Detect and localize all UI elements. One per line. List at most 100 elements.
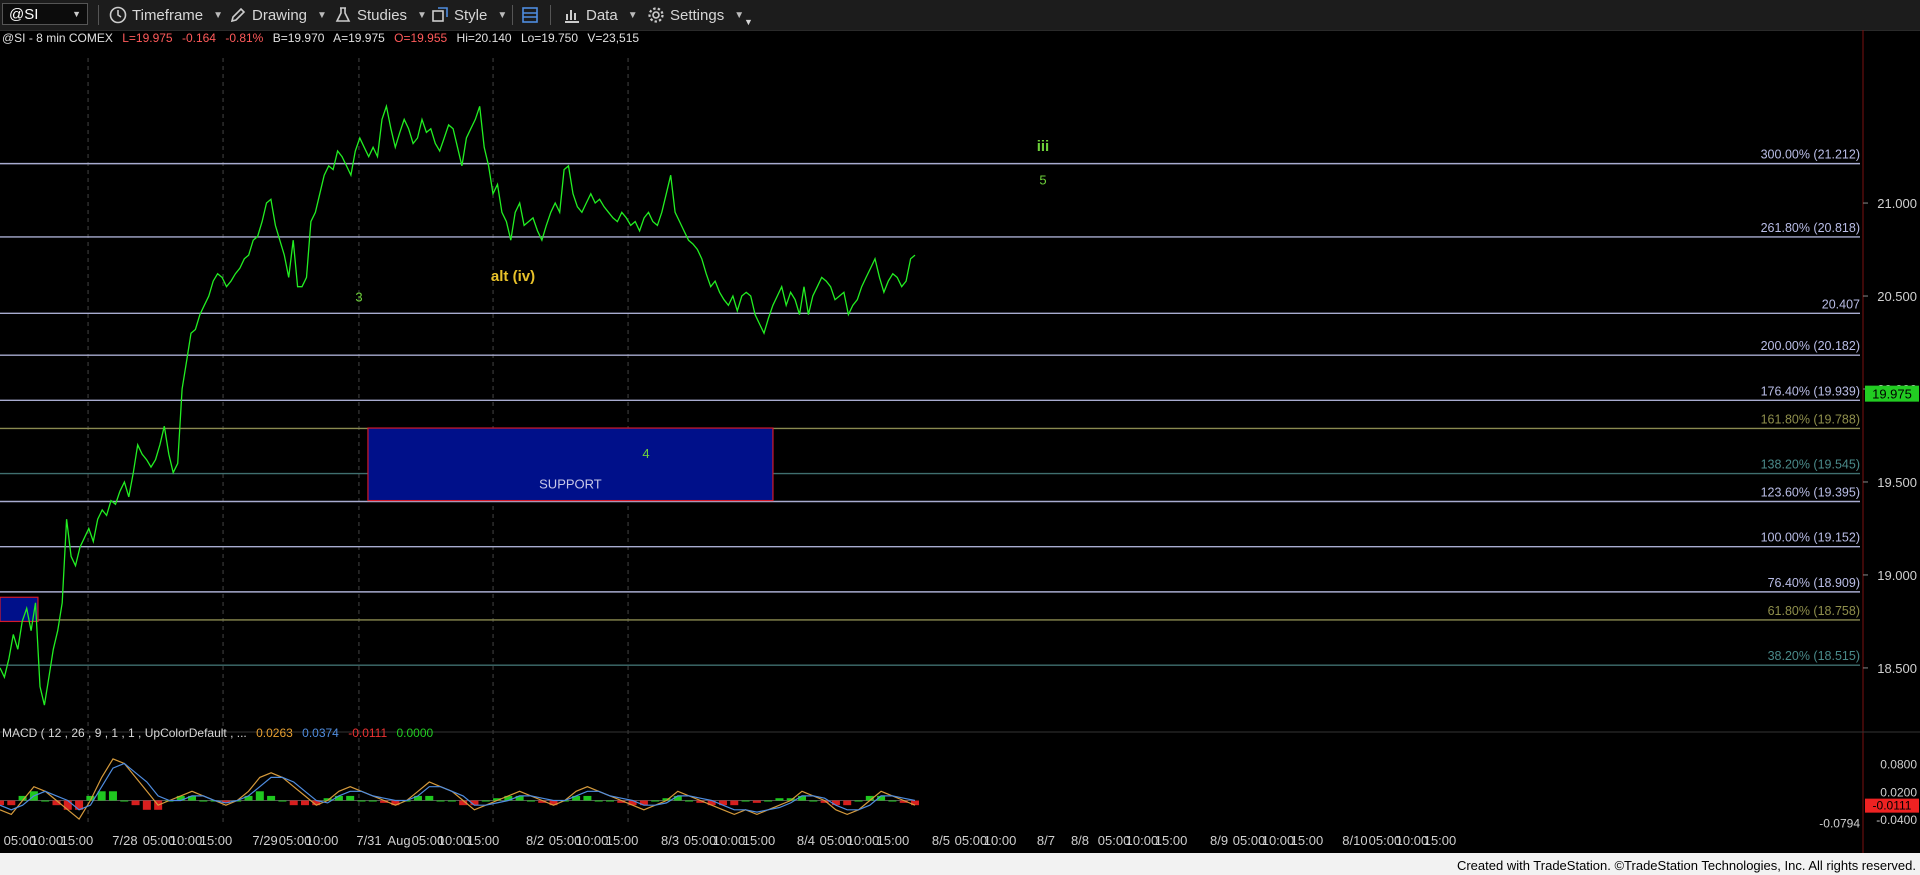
macd-y-tick-label: 0.0800 [1880, 758, 1917, 772]
macd-histogram-bar [97, 791, 106, 801]
fib-label: 76.40% (18.909) [1768, 576, 1860, 590]
wave-label: 3 [355, 290, 362, 305]
y-tick-label: 21.000 [1877, 196, 1917, 211]
x-tick-label: 10:00 [576, 833, 609, 848]
macd-label: MACD ( 12 , 26 , 9 , 1 , 1 , UpColorDefa… [2, 726, 247, 740]
x-tick-label: 8/7 [1037, 833, 1055, 848]
macd-histogram-bar [357, 800, 366, 802]
support-label: SUPPORT [539, 477, 602, 492]
x-tick-label: 15:00 [1424, 833, 1457, 848]
macd-histogram-bar [775, 798, 784, 801]
settings-button[interactable]: Settings ▼ [646, 3, 744, 27]
x-tick-label: 15:00 [1155, 833, 1188, 848]
style-button[interactable]: Style ▼ [430, 3, 507, 27]
x-tick-label: 10:00 [438, 833, 471, 848]
macd-y-tick-label: -0.0400 [1876, 813, 1917, 827]
volume-value: V=23,515 [587, 31, 639, 45]
y-tick-label: 19.500 [1877, 475, 1917, 490]
macd-histogram-bar [730, 800, 739, 806]
x-tick-label: 15:00 [877, 833, 910, 848]
macd-histogram-bar [278, 800, 287, 802]
x-tick-label: 10:00 [847, 833, 880, 848]
x-tick-label: 7/29 [252, 833, 277, 848]
macd-histogram-bar [0, 800, 4, 806]
x-tick-label: 15:00 [1291, 833, 1324, 848]
svg-text:@SI - 8 min COMEX L=19.: @SI - 8 min COMEX L=19.975 -0.164 -0.81%… [2, 31, 639, 45]
style-icon [432, 7, 448, 22]
x-tick-label: 10:00 [31, 833, 64, 848]
macd-histogram-bar [436, 800, 445, 802]
wave-label: iii [1037, 138, 1050, 155]
caret-down-icon: ▼ [213, 9, 224, 21]
y-tick-label: 20.500 [1877, 289, 1917, 304]
macd-histogram-bar [888, 800, 897, 802]
x-tick-label: 8/2 [526, 833, 544, 848]
wave-label: 5 [1039, 172, 1046, 187]
macd-histogram-bar [7, 800, 16, 806]
time-axis: 05:0010:0015:00 7/28 05:0010:0015:00 7/29 05… [4, 833, 1457, 848]
last-price: L=19.975 [122, 31, 173, 45]
timeframe-button[interactable]: Timeframe ▼ [108, 3, 223, 27]
macd-histogram-bar [594, 800, 603, 802]
macd-histogram-bar [651, 800, 660, 802]
instrument-label: @SI - 8 min COMEX [2, 31, 113, 45]
toolbar: @SI ▼ Timeframe ▼ Drawing ▼ Studies ▼ St… [0, 0, 1920, 31]
bar-chart-icon [565, 10, 579, 23]
macd-y-tick-label: 0.0200 [1880, 785, 1917, 799]
fib-label: 176.40% (19.939) [1761, 384, 1860, 398]
layout-button[interactable] [520, 3, 544, 27]
price-line [0, 103, 916, 706]
caret-down-icon: ▼ [317, 9, 327, 21]
style-label: Style [454, 6, 488, 24]
studies-button[interactable]: Studies ▼ [333, 3, 427, 27]
data-label: Data [586, 6, 618, 24]
wave-label: 4 [642, 446, 649, 461]
annotation-layer: iii 5 alt (iv) 3 4 [355, 138, 1049, 461]
fib-label: 61.80% (18.758) [1768, 604, 1860, 618]
macd-extra-label: -0.0794 [1819, 817, 1860, 831]
change-value: -0.164 [182, 31, 216, 45]
caret-down-icon: ▼ [627, 9, 638, 21]
x-tick-label: 8/8 [1071, 833, 1089, 848]
x-tick-label: 10:00 [306, 833, 339, 848]
high-value: Hi=20.140 [457, 31, 512, 45]
x-tick-label: 7/28 [112, 833, 137, 848]
symbol-input[interactable]: @SI ▼ [2, 3, 88, 25]
drawing-button[interactable]: Drawing ▼ [228, 3, 327, 27]
x-tick-label: 8/4 [797, 833, 815, 848]
macd-last-label: -0.0111 [1873, 799, 1912, 813]
fib-levels: 300.00% (21.212) 261.80% (20.818) 20.407 20… [0, 148, 1860, 666]
macd-histogram-bar [481, 800, 490, 802]
x-tick-label: 8/10 [1342, 833, 1367, 848]
x-tick-label: 10:00 [1262, 833, 1295, 848]
fib-label: 161.80% (19.788) [1761, 412, 1860, 426]
macd-histogram-bar [267, 795, 276, 801]
bid-value: B=19.970 [273, 31, 325, 45]
macd-histogram-bar [425, 795, 434, 801]
macd-line [0, 758, 916, 821]
x-tick-label: 05:00 [955, 833, 988, 848]
ask-value: A=19.975 [333, 31, 385, 45]
fib-label: 20.407 [1822, 297, 1860, 311]
macd-histogram-bar [346, 795, 355, 801]
wave-label: alt (iv) [491, 268, 535, 285]
fib-label: 261.80% (20.818) [1761, 221, 1860, 235]
macd-histogram-bar [255, 791, 264, 801]
data-button[interactable]: Data ▼ [562, 3, 638, 27]
macd-histogram-bar [199, 800, 208, 802]
x-tick-label: 7/31 [356, 833, 381, 848]
low-value: Lo=19.750 [521, 31, 578, 45]
caret-down-icon: ▼ [417, 9, 427, 21]
timeframe-label: Timeframe [132, 6, 204, 24]
macd-zero-value: 0.0000 [396, 726, 433, 740]
copyright-text: Created with TradeStation. ©TradeStation… [1456, 858, 1916, 873]
last-price-label: 19.975 [1872, 387, 1912, 402]
macd-histogram-bar [526, 800, 535, 802]
left-support-box [0, 596, 39, 623]
studies-label: Studies [357, 6, 408, 24]
svg-text:MACD ( 12 , 26 , 9 , 1 , 1 , U: MACD ( 12 , 26 , 9 , 1 , 1 , UpColorDefa… [2, 726, 433, 740]
macd-histogram-bar [108, 791, 117, 801]
price-series-layer [0, 103, 916, 706]
macd-histogram-bar [843, 800, 852, 806]
price-chart[interactable]: 300.00% (21.212) 261.80% (20.818) 20.407 20… [0, 30, 1920, 853]
